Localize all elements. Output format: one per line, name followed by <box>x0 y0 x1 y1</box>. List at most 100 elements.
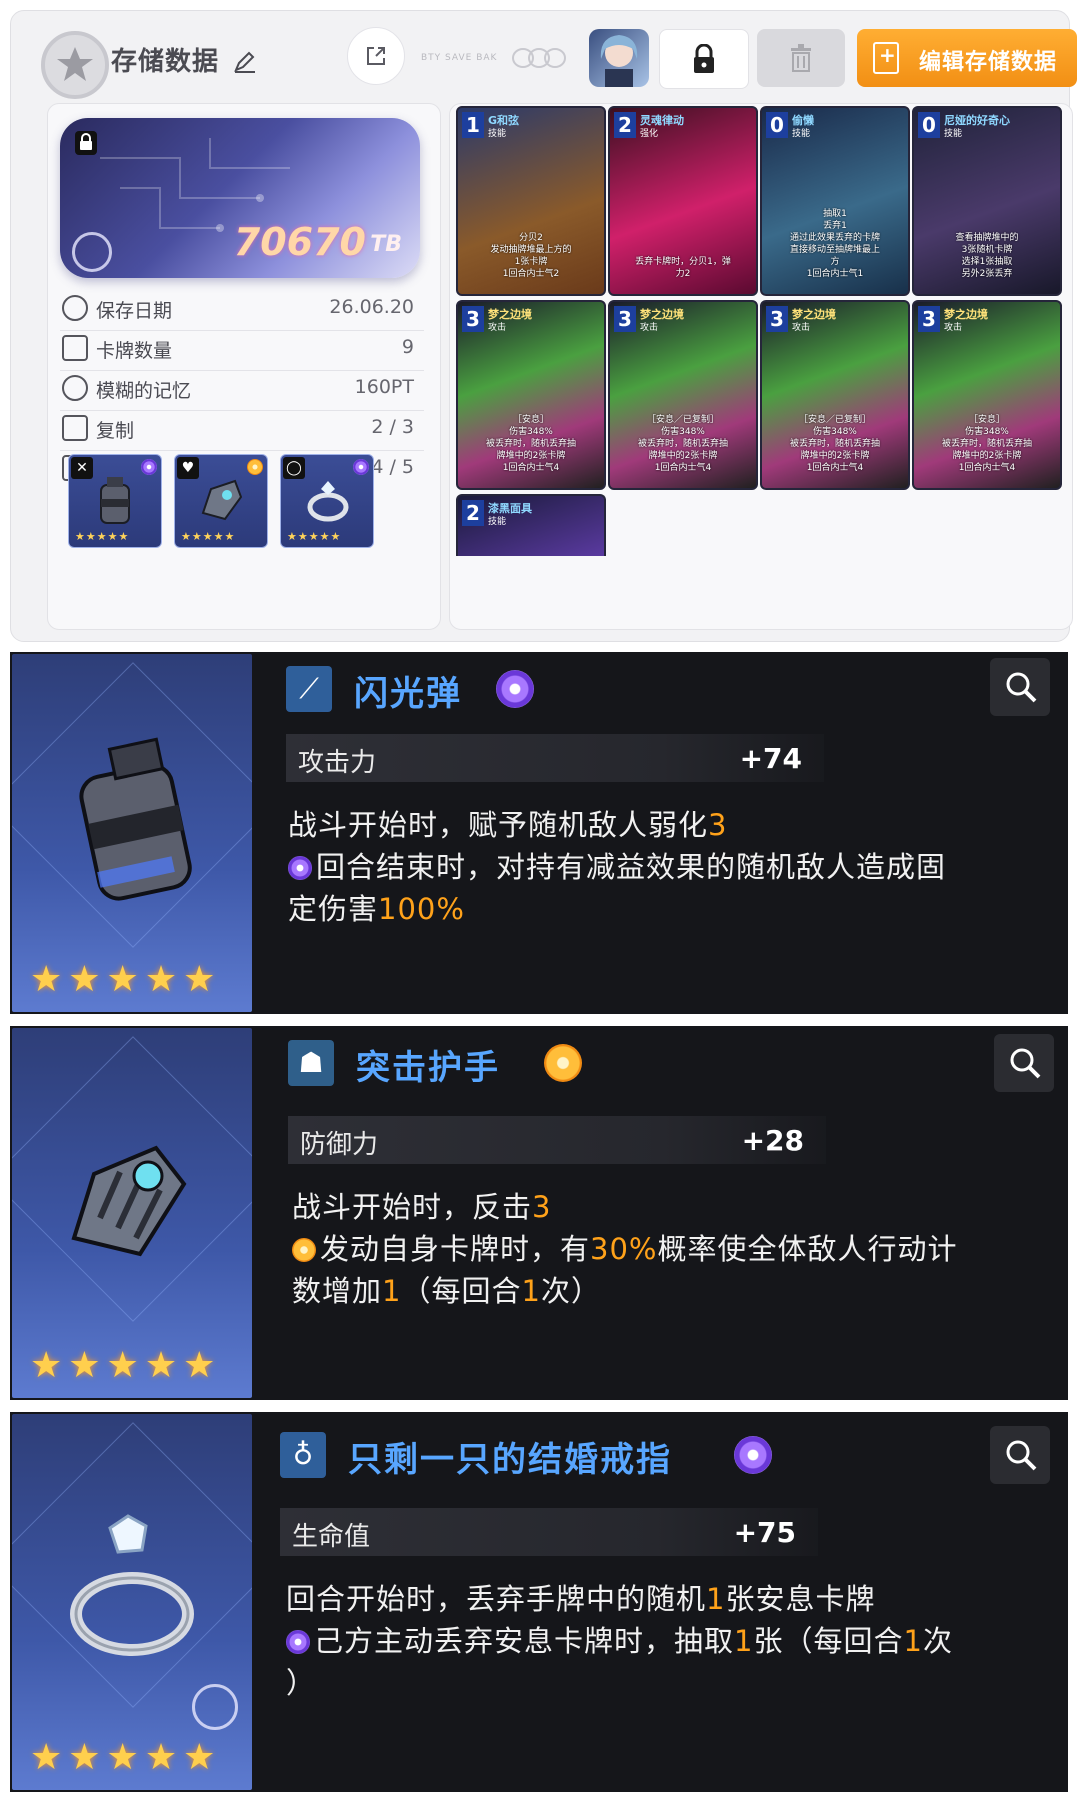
character-avatar[interactable] <box>589 29 649 87</box>
share-button[interactable] <box>347 27 405 85</box>
grenade-icon <box>79 737 192 901</box>
effect-line-1: 回合开始时，丢弃手牌中的随机1张安息卡牌 <box>286 1582 876 1616</box>
effect-line-3: ） <box>286 1666 317 1700</box>
knife-icon: ✕ <box>71 457 93 479</box>
stat-value: 2 / 3 <box>371 416 414 438</box>
stat-copy: 复制 2 / 3 <box>60 406 424 451</box>
card-cost: 0 <box>918 112 940 138</box>
search-icon <box>1006 672 1037 703</box>
swirl-emblem-icon <box>72 232 112 272</box>
save-data-panel: 存储数据 BTY SAVE BAK 编辑存储数据 70670 <box>10 10 1077 642</box>
trash-icon <box>791 44 811 72</box>
card-cost: 3 <box>918 306 940 332</box>
card-desc: ［安息／已复制］ 伤害348% 被丢弃时，随机丢弃抽 牌堆中的2张卡牌 1回合内… <box>637 415 728 473</box>
card-desc: 查看抽牌堆中的 3张随机卡牌 选择1张抽取 另外2张丢弃 <box>955 233 1019 279</box>
card-cost: 2 <box>614 112 636 138</box>
purple-rarity-icon <box>353 459 369 475</box>
star-rating: ★★★★★ <box>30 959 222 1000</box>
item-name: 突击护手 <box>356 1048 500 1088</box>
swirl-emblem-icon <box>192 1684 238 1730</box>
purple-rarity-icon <box>288 856 312 880</box>
card-cost: 1 <box>462 112 484 138</box>
stat-bar: 攻击力 +74 <box>286 734 824 782</box>
effect-line-3: 数增加1（每回合1次） <box>292 1274 601 1308</box>
card-cost: 2 <box>462 500 484 526</box>
star-rating: ★★★★★ <box>287 530 342 543</box>
effect-line-1: 战斗开始时，赋予随机敌人弱化3 <box>288 808 728 842</box>
copy-icon <box>62 415 88 441</box>
card-slack-off[interactable]: 0 偷懒 技能 抽取1 丢弃1 通过此效果丢弃的卡牌 直接移动至抽牌堆最上 方 … <box>760 106 910 296</box>
card-cost: 0 <box>766 112 788 138</box>
card-type: 攻击 <box>488 323 507 333</box>
orange-rarity-icon <box>292 1238 316 1262</box>
storage-card: 70670 TB <box>60 118 420 278</box>
card-type: 技能 <box>488 517 507 527</box>
equipment-slot-gauntlet[interactable]: ♥ ★★★★★ <box>174 454 268 548</box>
wedding-ring-icon <box>307 481 349 522</box>
card-stack-icon <box>62 335 88 361</box>
purple-rarity-icon <box>496 670 534 708</box>
stat-bar: 防御力 +28 <box>288 1116 826 1164</box>
storage-unit: TB <box>370 232 402 257</box>
pencil-icon[interactable] <box>233 49 257 73</box>
stat-value: +28 <box>741 1124 804 1157</box>
ring-icon: ♁ <box>280 1432 326 1478</box>
inspect-button[interactable] <box>990 658 1050 716</box>
card-g-chord[interactable]: 1 G和弦 技能 分贝2 发动抽牌堆最上方的 1张卡牌 1回合内士气2 <box>456 106 606 296</box>
equipment-slot-ring[interactable]: ◯ ★★★★★ <box>280 454 374 548</box>
orange-rarity-icon <box>544 1044 582 1082</box>
stat-label: 复制 <box>96 420 135 442</box>
brain-icon <box>62 375 88 401</box>
stat-label: 防御力 <box>300 1130 379 1160</box>
stat-label: 生命值 <box>292 1522 371 1552</box>
effect-line-2: 发动自身卡牌时，有30%概率使全体敌人行动计 <box>292 1226 958 1268</box>
card-desc: ［安息］ 伤害348% 被丢弃时，随机丢弃抽 牌堆中的2张卡牌 1回合内士气4 <box>485 415 576 473</box>
inspect-button[interactable] <box>990 1426 1050 1484</box>
page-title: 存储数据 <box>111 47 220 77</box>
effect-line-1: 战斗开始时，反击3 <box>292 1190 552 1224</box>
stat-value: +74 <box>739 742 802 775</box>
stat-label: 模糊的记忆 <box>96 380 192 402</box>
stat-label: 保存日期 <box>96 300 173 322</box>
card-dream-border[interactable]: 3 梦之边境 攻击 ［安息］ 伤害348% 被丢弃时，随机丢弃抽 牌堆中的2张卡… <box>912 300 1062 490</box>
tiny-caption: BTY SAVE BAK <box>421 53 498 63</box>
star-rating: ★★★★★ <box>30 1345 222 1386</box>
equipment-detail-flashbang: ★★★★★ ⟋ 闪光弹 攻击力 +74 战斗开始时，赋予随机敌人弱化3 回合结束… <box>10 652 1068 1014</box>
orange-rarity-icon <box>247 459 263 475</box>
card-type: 强化 <box>640 129 659 139</box>
deck-cards-grid: 1 G和弦 技能 分贝2 发动抽牌堆最上方的 1张卡牌 1回合内士气2 2 灵魂… <box>449 103 1073 630</box>
card-dream-border[interactable]: 3 梦之边境 攻击 ［安息／已复制］ 伤害348% 被丢弃时，随机丢弃抽 牌堆中… <box>760 300 910 490</box>
stat-bar: 生命值 +75 <box>280 1508 818 1556</box>
ring-icon: ◯ <box>283 457 305 479</box>
card-black-mask[interactable]: 2 漆黑面具 技能 <box>456 494 606 556</box>
card-soul-groove[interactable]: 2 灵魂律动 强化 丢弃卡牌时，分贝1，弹 力2 <box>608 106 758 296</box>
effect-line-2: 己方主动丢弃安息卡牌时，抽取1张（每回合1次 <box>286 1618 953 1660</box>
wedding-ring-icon <box>70 1514 194 1656</box>
card-type: 攻击 <box>640 323 659 333</box>
lock-button[interactable] <box>659 29 749 89</box>
purple-rarity-icon <box>141 459 157 475</box>
equipment-detail-wedding-ring: ★★★★★ ♁ 只剩一只的结婚戒指 生命值 +75 回合开始时，丢弃手牌中的随机… <box>10 1412 1068 1792</box>
card-dream-border[interactable]: 3 梦之边境 攻击 ［安息／已复制］ 伤害348% 被丢弃时，随机丢弃抽 牌堆中… <box>608 300 758 490</box>
inspect-button[interactable] <box>994 1034 1054 1092</box>
card-dream-border[interactable]: 3 梦之边境 攻击 ［安息］ 伤害348% 被丢弃时，随机丢弃抽 牌堆中的2张卡… <box>456 300 606 490</box>
effect-line-2: 回合结束时，对持有减益效果的随机敌人造成固 <box>288 844 946 886</box>
equipment-slot-grenade[interactable]: ✕ ★★★★★ <box>68 454 162 548</box>
clock-icon <box>62 295 88 321</box>
stat-label: 攻击力 <box>298 748 377 778</box>
gauntlet-icon <box>201 479 243 521</box>
armor-icon: ☗ <box>288 1040 334 1086</box>
save-info-column: 70670 TB 保存日期 26.06.20 卡牌数量 9 模糊的记忆 160P… <box>47 103 441 630</box>
edit-file-icon <box>873 42 899 74</box>
item-portrait: ★★★★★ <box>12 654 252 1012</box>
card-nia-curiosity[interactable]: 0 尼娅的好奇心 技能 查看抽牌堆中的 3张随机卡牌 选择1张抽取 另外2张丢弃 <box>912 106 1062 296</box>
grenade-icon <box>100 477 130 524</box>
storage-value: 70670 <box>233 220 366 264</box>
edit-save-data-button[interactable]: 编辑存储数据 <box>857 29 1077 87</box>
delete-button[interactable] <box>757 29 845 87</box>
stat-value: 26.06.20 <box>329 296 414 318</box>
stat-value: 160PT <box>354 376 414 398</box>
gauntlet-icon <box>71 1145 187 1257</box>
stat-card-count: 卡牌数量 9 <box>60 326 424 371</box>
card-cost: 3 <box>614 306 636 332</box>
